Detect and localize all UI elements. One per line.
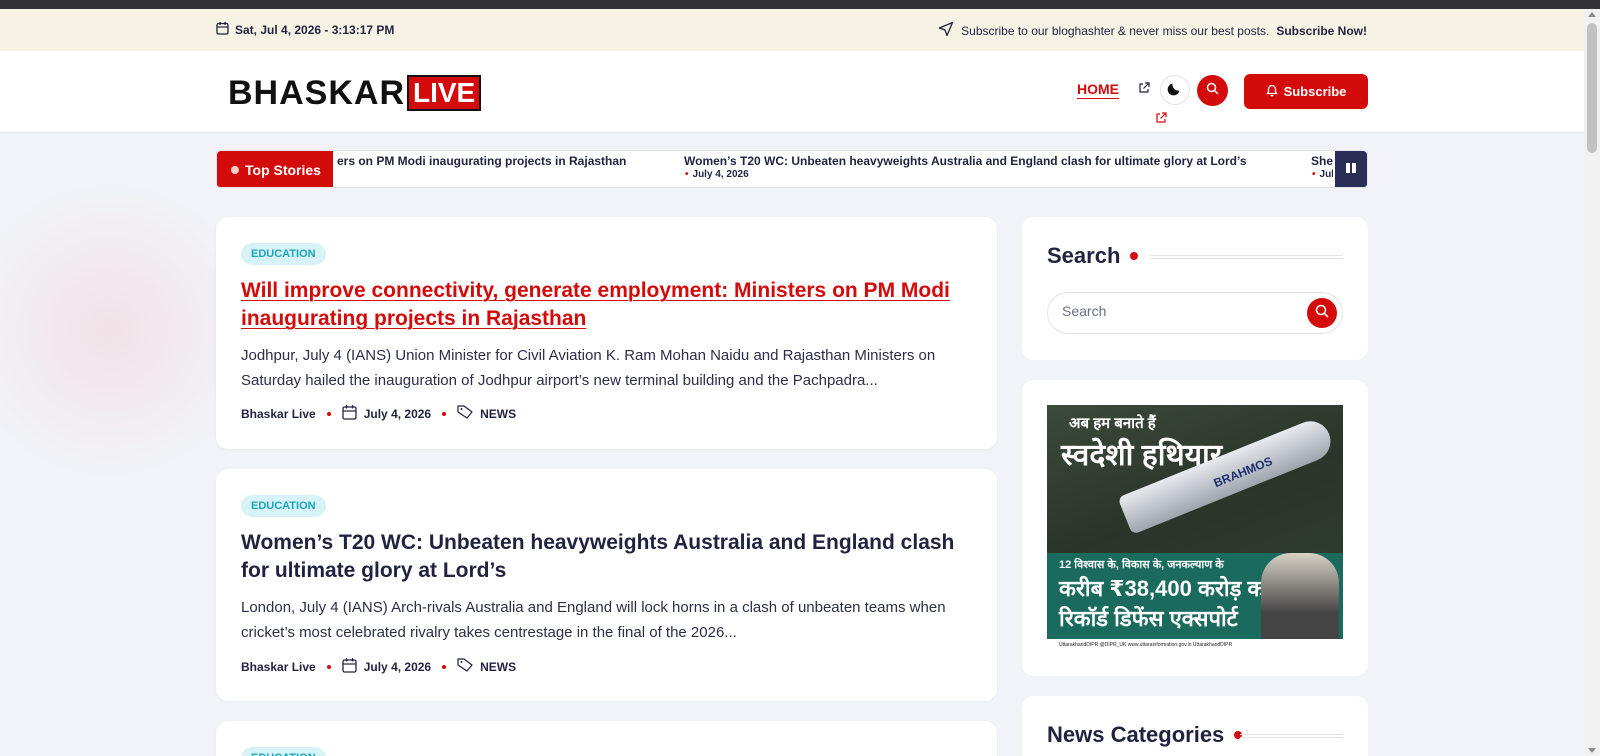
pause-icon [1345, 161, 1357, 179]
datetime-text: Sat, Jul 4, 2026 - 3:13:17 PM [235, 22, 395, 37]
ticker-track: ers on PM Modi inaugurating projects in … [333, 151, 1333, 187]
subscribe-button[interactable]: Subscribe [1244, 74, 1368, 109]
post-date: July 4, 2026 [363, 406, 432, 421]
top-stories-ticker: Top Stories ers on PM Modi inaugurating … [216, 150, 1368, 188]
ad-amount: करीब ₹38,400 करोड़ का [1059, 576, 1271, 601]
ticker-item-date: July 4, 2026 [684, 169, 1247, 180]
widget-title: News Categories [1047, 722, 1243, 748]
post-card: EDUCATION [216, 721, 997, 756]
meta-separator [326, 664, 331, 669]
post-author[interactable]: Bhaskar Live [241, 660, 316, 674]
post-category-badge[interactable]: EDUCATION [241, 495, 326, 517]
post-meta: Bhaskar Live July 4, 2026 NEWS [241, 657, 516, 676]
ticker-item[interactable]: Shee July [1311, 154, 1333, 180]
ticker-item-title: ers on PM Modi inaugurating projects in … [337, 154, 627, 168]
ticker-dot [231, 166, 239, 174]
logo-badge: LIVE [407, 75, 482, 111]
dark-mode-toggle[interactable] [1160, 75, 1190, 105]
calendar-icon [342, 657, 357, 676]
logo-text: BHASKAR [228, 74, 405, 112]
title-divider [1150, 255, 1343, 259]
meta-separator [442, 411, 447, 416]
ticker-item-date: July [1311, 169, 1333, 180]
ticker-pause-button[interactable] [1335, 151, 1367, 187]
post-title-link[interactable]: Women’s T20 WC: Unbeaten heavyweights Au… [241, 529, 971, 585]
categories-widget: News Categories [1022, 696, 1368, 756]
external-link-icon[interactable] [1138, 81, 1150, 99]
post-excerpt: London, July 4 (IANS) Arch-rivals Austra… [241, 599, 946, 641]
portrait-image [1261, 553, 1339, 639]
header-search-button[interactable] [1197, 75, 1228, 106]
ticker-item[interactable]: Women’s T20 WC: Unbeaten heavyweights Au… [684, 154, 1247, 180]
meta-separator [326, 411, 331, 416]
ad-record: रिकॉर्ड डिफेंस एक्सपोर्ट [1059, 606, 1238, 631]
post-date: July 4, 2026 [363, 659, 432, 674]
moon-icon [1167, 80, 1183, 101]
post-meta: Bhaskar Live July 4, 2026 NEWS [241, 404, 516, 423]
sidebar-search-field [1047, 292, 1343, 334]
post-title-link[interactable]: Will improve connectivity, generate empl… [241, 277, 971, 333]
ticker-label-text: Top Stories [245, 162, 321, 178]
site-logo[interactable]: BHASKAR LIVE [228, 74, 482, 112]
site-header: BHASKAR LIVE HOME Subscribe [0, 51, 1584, 133]
scroll-down-arrow[interactable] [1588, 748, 1596, 753]
widget-title-text: Search [1047, 243, 1121, 268]
advertisement-banner[interactable]: अब हम बनाते हैं स्वदेशी हथियार BRAHMOS 1… [1047, 405, 1343, 651]
ticker-item-title: Women’s T20 WC: Unbeaten heavyweights Au… [684, 154, 1247, 168]
search-icon [1315, 304, 1329, 323]
title-dot [1130, 252, 1139, 260]
subscribe-now-link[interactable]: Subscribe Now! [1276, 24, 1367, 38]
external-link-icon[interactable] [1155, 111, 1167, 129]
ticker-item[interactable]: ers on PM Modi inaugurating projects in … [337, 154, 626, 168]
ticker-label: Top Stories [217, 151, 333, 187]
subscribe-button-label: Subscribe [1283, 84, 1347, 99]
post-category-badge[interactable]: EDUCATION [241, 243, 326, 265]
widget-title: Search [1047, 243, 1139, 269]
search-widget: Search [1022, 217, 1368, 360]
post-excerpt: Jodhpur, July 4 (IANS) Union Minister fo… [241, 347, 936, 389]
title-divider [1240, 734, 1343, 738]
ad-tagline: 12 विश्वास के, विकास के, जनकल्याण के [1059, 559, 1224, 571]
post-category-badge[interactable]: EDUCATION [241, 747, 326, 756]
ad-footer: UttarakhandDIPR @DIPR_UK www.uttarainfor… [1047, 639, 1343, 651]
search-icon [1206, 82, 1219, 100]
subscribe-promo: Subscribe to our bloghashter & never mis… [938, 21, 1367, 40]
send-icon [938, 21, 954, 40]
sidebar-search-input[interactable] [1062, 303, 1292, 319]
meta-separator [442, 664, 447, 669]
scroll-up-arrow[interactable] [1588, 12, 1596, 17]
calendar-icon [342, 404, 357, 423]
ad-headline-small: अब हम बनाते हैं [1069, 415, 1156, 432]
tag-icon [457, 658, 473, 675]
calendar-icon [216, 21, 229, 38]
announcement-bar: Sat, Jul 4, 2026 - 3:13:17 PM Subscribe … [0, 9, 1584, 51]
nav-home-link[interactable]: HOME [1077, 81, 1119, 97]
widget-title-text: News Categories [1047, 722, 1225, 747]
scrollbar-thumb[interactable] [1587, 23, 1597, 153]
browser-top-strip [0, 0, 1600, 9]
bell-icon [1265, 84, 1278, 100]
promo-text: Subscribe to our bloghashter & never mis… [961, 23, 1270, 38]
current-datetime: Sat, Jul 4, 2026 - 3:13:17 PM [216, 21, 394, 38]
tag-icon [457, 405, 473, 422]
post-tag[interactable]: NEWS [480, 407, 516, 421]
sidebar-search-button[interactable] [1307, 298, 1337, 328]
post-tag[interactable]: NEWS [480, 660, 516, 674]
post-author[interactable]: Bhaskar Live [241, 407, 316, 421]
advertisement-widget: अब हम बनाते हैं स्वदेशी हथियार BRAHMOS 1… [1022, 380, 1368, 676]
ticker-item-title: Shee [1311, 154, 1333, 168]
post-card: EDUCATION Women’s T20 WC: Unbeaten heavy… [216, 469, 997, 701]
page-scrollbar[interactable] [1584, 9, 1600, 756]
post-card: EDUCATION Will improve connectivity, gen… [216, 217, 997, 449]
